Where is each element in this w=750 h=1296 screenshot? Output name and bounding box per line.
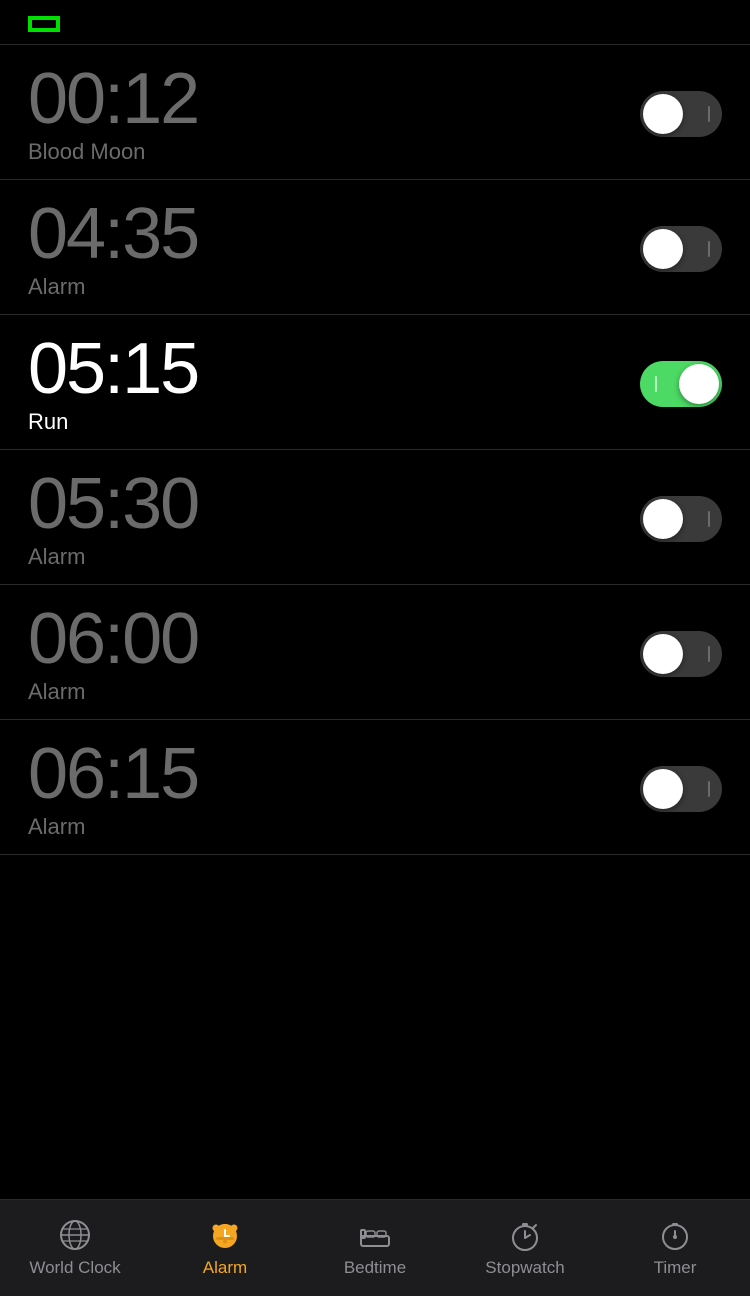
toggle-knob	[643, 769, 683, 809]
alarm-info: 00:12 Blood Moon	[28, 63, 198, 165]
alarm-info: 06:15 Alarm	[28, 738, 198, 840]
edit-button[interactable]	[28, 16, 60, 32]
bedtime-icon	[358, 1218, 392, 1252]
world-clock-icon	[58, 1218, 92, 1252]
alarm-toggle[interactable]	[640, 361, 722, 407]
alarm-info: 04:35 Alarm	[28, 198, 198, 300]
alarm-time: 06:00	[28, 603, 198, 675]
header	[0, 0, 750, 45]
alarm-list: 00:12 Blood Moon 04:35 Alarm 05:15 Run 05:30 Al…	[0, 45, 750, 1199]
toggle-knob	[643, 229, 683, 269]
alarm-toggle[interactable]	[640, 766, 722, 812]
tab-alarm[interactable]: Alarm	[150, 1200, 300, 1296]
alarm-label: Alarm	[28, 814, 198, 840]
alarm-info: 05:30 Alarm	[28, 468, 198, 570]
alarm-label: Alarm	[28, 544, 198, 570]
alarm-time: 06:15	[28, 738, 198, 810]
toggle-knob	[643, 634, 683, 674]
toggle-line	[708, 511, 710, 527]
alarm-icon	[208, 1218, 242, 1252]
alarm-info: 06:00 Alarm	[28, 603, 198, 705]
tab-alarm-label: Alarm	[203, 1258, 247, 1278]
timer-icon	[658, 1218, 692, 1252]
toggle-line	[708, 106, 710, 122]
alarm-item[interactable]: 00:12 Blood Moon	[0, 45, 750, 180]
tab-timer[interactable]: Timer	[600, 1200, 750, 1296]
alarm-label: Run	[28, 409, 198, 435]
toggle-knob	[679, 364, 719, 404]
alarm-label: Alarm	[28, 274, 198, 300]
toggle-knob	[643, 499, 683, 539]
tab-stopwatch[interactable]: Stopwatch	[450, 1200, 600, 1296]
toggle-line	[708, 781, 710, 797]
alarm-item[interactable]: 06:15 Alarm	[0, 720, 750, 855]
alarm-item[interactable]: 06:00 Alarm	[0, 585, 750, 720]
tab-stopwatch-label: Stopwatch	[485, 1258, 564, 1278]
alarm-item[interactable]: 05:15 Run	[0, 315, 750, 450]
alarm-time: 05:30	[28, 468, 198, 540]
alarm-toggle[interactable]	[640, 226, 722, 272]
alarm-time: 04:35	[28, 198, 198, 270]
alarm-label: Alarm	[28, 679, 198, 705]
alarm-time: 00:12	[28, 63, 198, 135]
tab-bedtime-label: Bedtime	[344, 1258, 406, 1278]
toggle-line	[708, 241, 710, 257]
alarm-item[interactable]: 05:30 Alarm	[0, 450, 750, 585]
alarm-label: Blood Moon	[28, 139, 198, 165]
alarm-item[interactable]: 04:35 Alarm	[0, 180, 750, 315]
tab-world-clock[interactable]: World Clock	[0, 1200, 150, 1296]
alarm-toggle[interactable]	[640, 631, 722, 677]
alarm-info: 05:15 Run	[28, 333, 198, 435]
tab-bar: World Clock Alarm	[0, 1199, 750, 1296]
toggle-line	[708, 646, 710, 662]
alarm-toggle[interactable]	[640, 91, 722, 137]
tab-timer-label: Timer	[654, 1258, 697, 1278]
toggle-knob	[643, 94, 683, 134]
tab-bedtime[interactable]: Bedtime	[300, 1200, 450, 1296]
alarm-toggle[interactable]	[640, 496, 722, 542]
toggle-line	[655, 376, 657, 392]
alarm-time: 05:15	[28, 333, 198, 405]
stopwatch-icon	[508, 1218, 542, 1252]
tab-world-clock-label: World Clock	[29, 1258, 120, 1278]
